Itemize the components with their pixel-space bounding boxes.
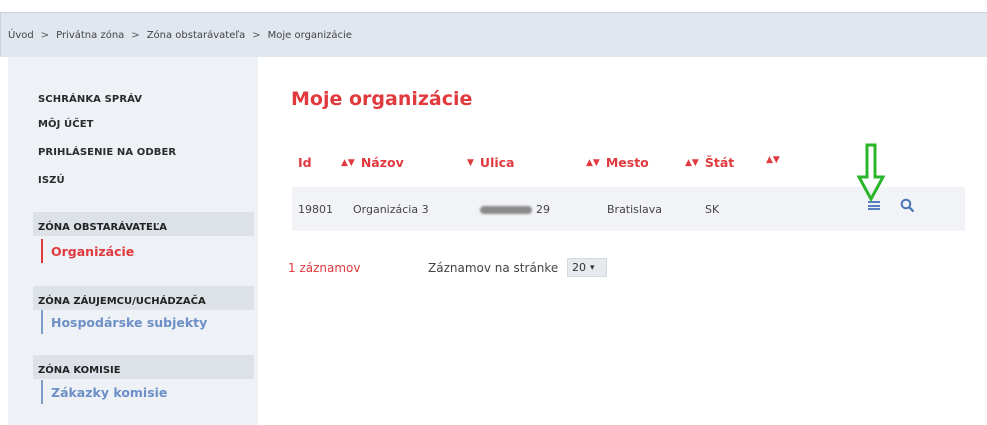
column-header-label: Ulica <box>479 155 515 170</box>
sort-desc-icon: ▼ <box>467 157 474 168</box>
column-header-mesto[interactable]: ▲▼ Mesto <box>586 155 649 170</box>
breadcrumb-separator: > <box>252 29 261 41</box>
sidebar: SCHRÁNKA SPRÁV MÔJ ÚČET PRIHLÁSENIE NA O… <box>8 57 258 425</box>
chevron-down-icon: ▾ <box>590 262 595 273</box>
breadcrumb: Úvod > Privátna zóna > Zóna obstarávateľ… <box>0 12 987 57</box>
column-header-label: Štát <box>704 155 735 170</box>
per-page-label: Záznamov na stránke <box>428 261 559 275</box>
search-icon[interactable] <box>900 198 914 212</box>
sort-icon: ▲▼ <box>586 157 600 168</box>
sidebar-link-moj-ucet[interactable]: MÔJ ÚČET <box>38 119 94 130</box>
sidebar-link-iszu[interactable]: ISZÚ <box>38 175 65 186</box>
column-header-label: Id <box>298 155 312 170</box>
cell-nazov: Organizácia 3 <box>353 203 429 216</box>
sidebar-link-schranka-sprav[interactable]: SCHRÁNKA SPRÁV <box>38 94 142 105</box>
column-header-actions[interactable]: ▲▼ <box>766 155 786 165</box>
breadcrumb-separator: > <box>40 29 50 41</box>
sidebar-item-organizacie[interactable]: Organizácie <box>41 239 134 263</box>
sort-icon: ▲▼ <box>341 157 355 168</box>
sidebar-item-zakazky-komisie[interactable]: Zákazky komisie <box>41 380 167 404</box>
redacted-street <box>480 206 532 214</box>
cell-ulica: 29 <box>480 203 550 216</box>
column-header-label: Mesto <box>605 155 649 170</box>
record-count: 1 záznamov <box>288 261 361 275</box>
column-header-ulica[interactable]: ▼ Ulica <box>467 155 515 170</box>
zone-heading-komisia: ZÓNA KOMISIE <box>33 355 254 379</box>
annotation-arrow-down-icon <box>857 143 885 203</box>
sidebar-item-hospodarske-subjekty[interactable]: Hospodárske subjekty <box>41 310 207 334</box>
breadcrumb-current: Moje organizácie <box>267 29 352 41</box>
zone-heading-zaujemca: ZÓNA ZÁUJEMCU/UCHÁDZAČA <box>33 286 254 310</box>
sidebar-link-prihlasenie-na-odber[interactable]: PRIHLÁSENIE NA ODBER <box>38 147 176 158</box>
cell-stat: SK <box>705 203 720 216</box>
breadcrumb-uvod[interactable]: Úvod <box>8 30 34 41</box>
column-header-label: Názov <box>360 155 404 170</box>
breadcrumb-separator: > <box>131 29 140 41</box>
cell-id: 19801 <box>298 203 333 216</box>
zone-heading-obstaravatel: ZÓNA OBSTARÁVATEĽA <box>33 212 254 236</box>
column-header-stat[interactable]: ▲▼ Štát <box>685 155 734 170</box>
sort-icon: ▲▼ <box>685 157 699 168</box>
cell-mesto: Bratislava <box>607 203 662 216</box>
breadcrumb-zona-obstaravatela[interactable]: Zóna obstarávateľa <box>147 30 246 41</box>
page-title: Moje organizácie <box>291 88 473 110</box>
column-header-id[interactable]: Id <box>298 155 312 170</box>
column-header-nazov[interactable]: ▲▼ Názov <box>341 155 404 170</box>
cell-ulica-number: 29 <box>536 203 550 216</box>
sort-icon: ▲▼ <box>766 155 780 165</box>
per-page-value: 20 <box>572 261 586 274</box>
per-page-select[interactable]: 20 ▾ <box>567 258 607 277</box>
breadcrumb-privatna-zona[interactable]: Privátna zóna <box>56 30 124 41</box>
